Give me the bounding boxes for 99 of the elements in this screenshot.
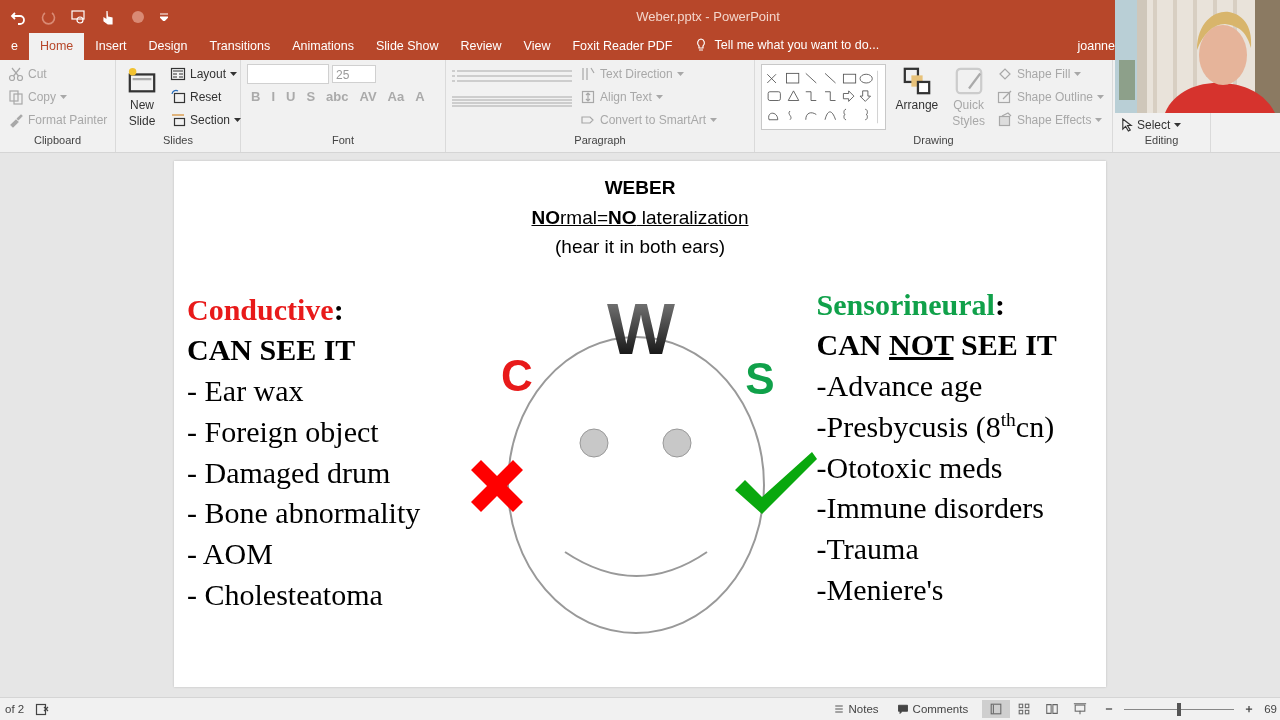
group-label: Drawing	[912, 134, 955, 148]
notes-button[interactable]: Notes	[828, 701, 883, 717]
scissors-icon	[8, 66, 24, 82]
slideshow-icon	[1073, 702, 1088, 716]
ribbon-tab[interactable]: Design	[137, 33, 199, 60]
list-item: -Trauma	[816, 531, 919, 568]
reset-icon	[170, 89, 186, 105]
list-item: - AOM	[187, 536, 273, 573]
slide-counter: of 2	[5, 703, 25, 715]
ribbon-tab[interactable]: Review	[449, 33, 513, 60]
text-direction-icon	[580, 66, 596, 82]
align-text-icon	[580, 89, 596, 105]
caret-icon	[676, 72, 684, 76]
group-label: Font	[331, 134, 355, 148]
ribbon-tab[interactable]: Insert	[84, 33, 138, 60]
presentation-icon	[70, 8, 86, 25]
list-item: -Meniere's	[816, 572, 944, 609]
ribbon-button[interactable]: Section	[168, 110, 244, 130]
view-button[interactable]	[982, 700, 1011, 718]
shapes-gallery[interactable]	[761, 64, 886, 130]
group-label: Paragraph	[573, 134, 627, 148]
ribbon-tab[interactable]: Home	[28, 33, 85, 60]
comments-button[interactable]: Comments	[892, 701, 973, 717]
column-subheading: CAN SEE IT	[187, 332, 356, 369]
list-item: - Cholesteatoma	[187, 577, 383, 614]
list-item: -Advance age	[816, 368, 983, 405]
touch-icon	[100, 8, 116, 25]
letter-label: C	[500, 350, 533, 400]
brush-icon	[8, 112, 24, 128]
ribbon-button[interactable]: Reset	[168, 87, 244, 107]
cursor-icon	[1121, 118, 1133, 132]
list-item: -Presbycusis (8$^{th}$cn)	[816, 407, 1055, 445]
ball-icon	[130, 8, 146, 25]
arrange-icon	[901, 66, 932, 96]
letter-label: S	[744, 353, 775, 403]
ribbon-tab[interactable]: e	[0, 33, 29, 60]
spelling-icon	[34, 701, 51, 717]
tell-me-field[interactable]: Tell me what you want to do...	[714, 38, 880, 52]
ribbon-tab[interactable]: View	[512, 33, 562, 60]
ribbon-tab[interactable]: Slide Show	[365, 33, 450, 60]
zoom-percent[interactable]: 69	[1264, 703, 1277, 715]
column-heading: Conductive	[187, 291, 334, 328]
list-item: - Damaged drum	[187, 454, 391, 491]
ribbon-button[interactable]: Layout	[168, 64, 244, 84]
font-name-field[interactable]	[247, 64, 329, 84]
colon: :	[333, 291, 344, 328]
normal-view-icon	[989, 702, 1004, 716]
comment-icon	[896, 703, 909, 715]
user-name[interactable]: joanne	[1077, 39, 1115, 60]
ribbon-tab[interactable]: Foxit Reader PDF	[561, 33, 684, 60]
caret-icon	[230, 72, 238, 76]
zoom-in-icon	[1244, 704, 1255, 714]
ribbon-tab[interactable]: Animations	[281, 33, 365, 60]
caret-icon	[1097, 95, 1104, 99]
caret-icon	[234, 118, 242, 122]
bullets-icon	[452, 70, 572, 82]
customize-icon	[160, 12, 168, 21]
list-item: - Bone abnormality	[187, 495, 421, 532]
caret-icon	[60, 95, 67, 99]
quick-styles-icon	[953, 66, 984, 96]
list-item: -Immune disorders	[816, 490, 1044, 527]
slide-title-line: (hear it in both ears)	[555, 235, 725, 259]
select-button[interactable]: Select	[1119, 116, 1184, 134]
caret-icon	[710, 118, 718, 122]
notes-icon	[832, 703, 845, 715]
group-label: Editing	[1143, 134, 1180, 148]
list-item: - Foreign object	[187, 413, 379, 450]
slide-sorter-icon	[1017, 702, 1032, 716]
window-title: Weber.pptx - PowerPoint	[635, 9, 781, 24]
slide-title-line: NOrmal=NO lateralization	[531, 205, 749, 230]
column-subheading: CAN NOT SEE IT	[816, 327, 1057, 364]
list-item: - Ear wax	[187, 373, 304, 410]
eye-circle	[579, 428, 608, 457]
align-lines-icon	[452, 96, 572, 107]
caret-icon	[1074, 72, 1082, 76]
caret-icon	[1174, 123, 1182, 127]
layout-icon	[170, 66, 186, 82]
colon: :	[994, 286, 1005, 323]
effects-icon	[996, 112, 1013, 128]
eye-circle	[662, 428, 691, 457]
arrange-button[interactable]: Arrange	[891, 64, 943, 134]
reading-view-icon	[1045, 702, 1060, 716]
zoom-slider-thumb[interactable]	[1177, 702, 1182, 716]
cross-icon	[470, 459, 523, 512]
check-icon	[734, 451, 817, 514]
caret-icon	[655, 95, 663, 99]
copy-icon	[8, 89, 24, 105]
caret-icon	[1095, 118, 1103, 122]
group-label: Slides	[162, 134, 194, 148]
new-slide-button[interactable]: New Slide	[122, 64, 162, 134]
letter-label: W	[606, 289, 675, 369]
slide-title-line: WEBER	[604, 176, 676, 200]
font-size-field[interactable]: 25	[332, 65, 376, 83]
pencil-icon	[996, 89, 1013, 105]
section-icon	[170, 112, 186, 128]
group-label: Clipboard	[32, 134, 83, 148]
ribbon-tab[interactable]: Transitions	[198, 33, 282, 60]
column-heading: Sensorineural	[816, 286, 995, 323]
list-item: -Ototoxic meds	[816, 449, 1003, 486]
